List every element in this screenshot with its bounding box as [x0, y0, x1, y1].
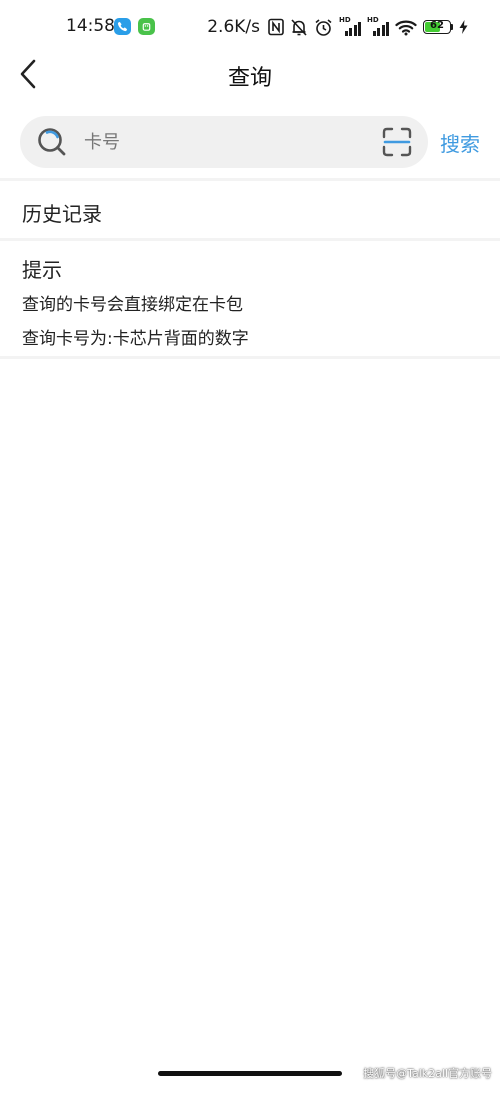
nfc-icon	[268, 18, 284, 36]
battery-level: 62	[430, 20, 444, 31]
charging-icon	[459, 20, 468, 34]
tips-title: 提示	[22, 258, 62, 282]
watermark: 搜狐号@Talk2all官方账号	[363, 1067, 492, 1080]
tips-line: 查询卡号为:卡芯片背面的数字	[22, 329, 249, 349]
page-title: 查询	[227, 66, 272, 91]
tips-section: 提示 查询的卡号会直接绑定在卡包 查询卡号为:卡芯片背面的数字	[0, 244, 500, 354]
history-title: 历史记录	[22, 202, 102, 226]
phone-app-icon	[114, 18, 131, 35]
divider	[0, 178, 500, 181]
divider	[0, 238, 500, 241]
search-button[interactable]: 搜索	[440, 128, 480, 157]
search-row: 搜索	[0, 114, 500, 170]
card-number-input[interactable]	[84, 126, 364, 158]
battery-icon: 62	[423, 20, 451, 34]
home-indicator[interactable]	[158, 1071, 342, 1076]
network-speed: 2.6K/s	[207, 17, 260, 37]
status-time: 14:58	[66, 16, 115, 36]
divider	[0, 356, 500, 359]
mute-icon	[291, 18, 307, 36]
signal-icon: HD	[339, 16, 361, 36]
search-icon	[38, 128, 66, 156]
search-box[interactable]	[20, 116, 428, 168]
tips-line: 查询的卡号会直接绑定在卡包	[22, 295, 243, 315]
wifi-icon	[395, 20, 417, 35]
nav-bar: 查询	[0, 48, 500, 100]
alarm-icon	[315, 18, 332, 36]
status-right-cluster: 2.6K/s HD HD 62	[207, 16, 468, 38]
history-section[interactable]: 历史记录	[0, 182, 500, 238]
android-app-icon	[138, 18, 155, 35]
battery-tip	[451, 24, 453, 30]
scan-icon[interactable]	[382, 127, 412, 157]
signal-icon: HD	[367, 16, 389, 36]
